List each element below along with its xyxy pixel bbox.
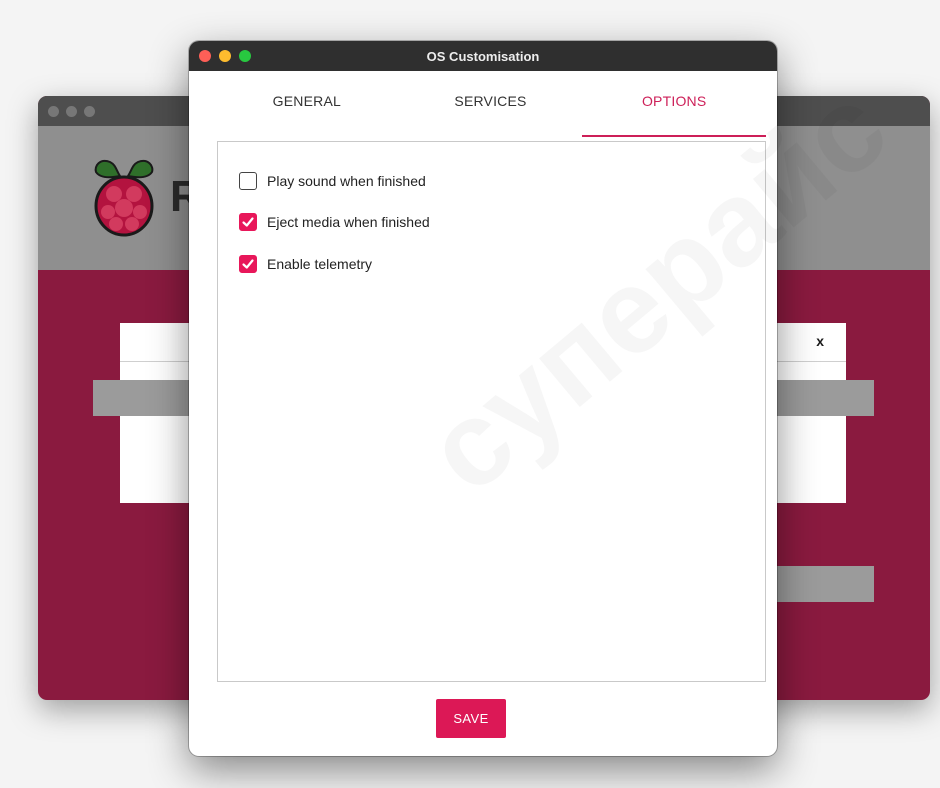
eject-media-checkbox[interactable] xyxy=(239,213,257,231)
option-eject-media[interactable]: Eject media when finished xyxy=(239,213,430,231)
maximize-window-button[interactable] xyxy=(239,50,251,62)
tab-services[interactable]: SERVICES xyxy=(399,71,583,137)
tab-options[interactable]: OPTIONS xyxy=(582,71,766,137)
eject-media-label: Eject media when finished xyxy=(267,214,430,230)
window-titlebar: OS Customisation xyxy=(189,41,777,71)
background-dialog-close-icon[interactable]: x xyxy=(816,333,824,349)
os-customisation-window: OS Customisation GENERAL SERVICES OPTION… xyxy=(189,41,777,756)
checkmark-icon xyxy=(242,217,254,227)
background-right-grey-bar xyxy=(766,380,874,416)
enable-telemetry-checkbox[interactable] xyxy=(239,255,257,273)
option-enable-telemetry[interactable]: Enable telemetry xyxy=(239,255,372,273)
background-maximize-light xyxy=(84,106,95,117)
play-sound-label: Play sound when finished xyxy=(267,173,426,189)
save-button[interactable]: SAVE xyxy=(436,699,506,738)
checkmark-icon xyxy=(242,259,254,269)
options-panel: Play sound when finished Eject media whe… xyxy=(217,141,766,682)
play-sound-checkbox[interactable] xyxy=(239,172,257,190)
enable-telemetry-label: Enable telemetry xyxy=(267,256,373,272)
minimize-window-button[interactable] xyxy=(219,50,231,62)
background-close-light xyxy=(48,106,59,117)
background-bottom-grey-bar xyxy=(766,566,874,602)
tab-general[interactable]: GENERAL xyxy=(215,71,399,137)
background-window-controls xyxy=(48,106,95,117)
background-left-grey-bar xyxy=(93,380,203,416)
close-window-button[interactable] xyxy=(199,50,211,62)
window-controls xyxy=(199,50,251,62)
window-title: OS Customisation xyxy=(426,48,540,64)
tab-bar: GENERAL SERVICES OPTIONS xyxy=(215,71,766,137)
background-minimize-light xyxy=(66,106,77,117)
raspberry-logo-icon xyxy=(94,160,154,237)
option-play-sound[interactable]: Play sound when finished xyxy=(239,172,426,190)
